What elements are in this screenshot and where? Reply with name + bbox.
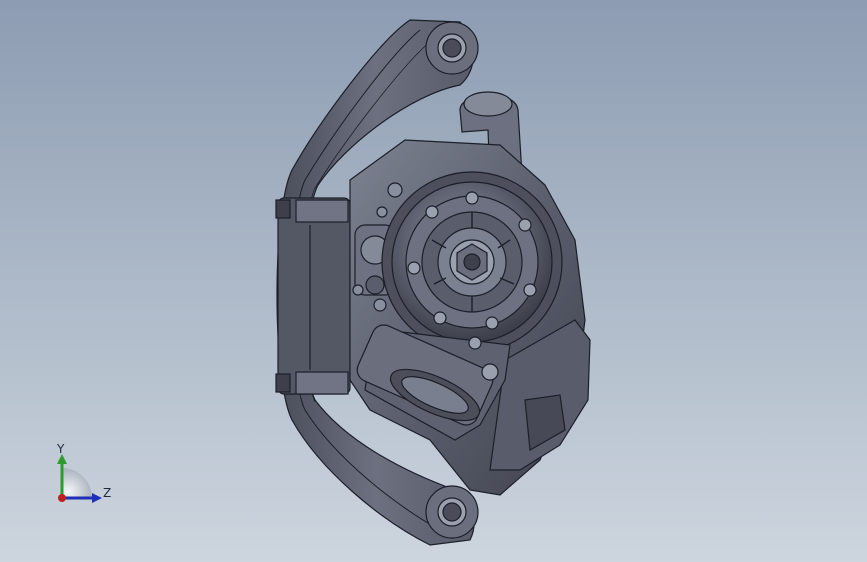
left-pad-block	[275, 197, 351, 395]
y-axis-label: Y	[57, 442, 65, 456]
x-axis-dot	[58, 494, 66, 502]
graphics-viewport[interactable]: Y Z	[0, 0, 867, 562]
piston-disc	[381, 171, 563, 353]
caliper-model[interactable]	[0, 0, 867, 562]
top-mounting-eye	[425, 21, 479, 75]
bottom-mounting-eye	[425, 485, 479, 539]
orientation-triad: Y Z	[48, 440, 118, 510]
z-axis-arrowhead	[92, 493, 102, 503]
triad-background-shape	[62, 468, 92, 498]
z-axis-label: Z	[103, 486, 112, 500]
